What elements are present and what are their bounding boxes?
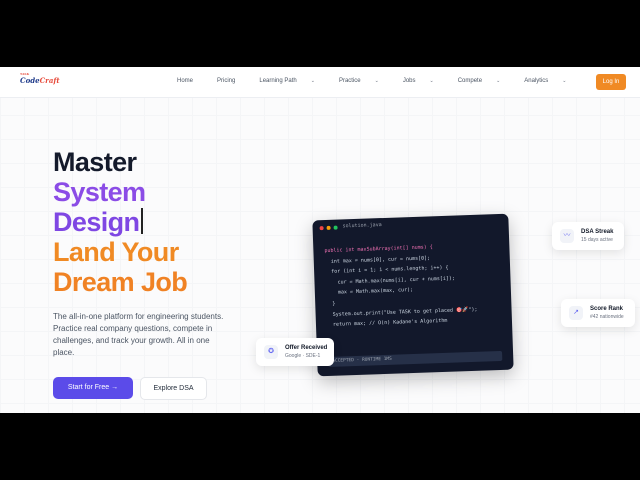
headline-line-2: System xyxy=(53,177,146,207)
nav-menu: Home Pricing Learning Path ⌄ Practice ⌄ Jo… xyxy=(177,78,591,84)
nav-compete[interactable]: Compete ⌄ xyxy=(458,78,513,84)
chevron-down-icon: ⌄ xyxy=(562,78,567,84)
start-free-button[interactable]: Start for Free → xyxy=(53,377,133,399)
window-dots xyxy=(319,225,338,231)
nav-home[interactable]: Home xyxy=(177,78,205,84)
rank-subtitle: #42 nationwide xyxy=(590,314,624,320)
streak-title: DSA Streak xyxy=(581,229,614,235)
maximize-dot-icon xyxy=(333,225,338,230)
headline-line-1: Master xyxy=(53,147,137,177)
score-rank-card: ↗ Score Rank #42 nationwide xyxy=(561,299,635,327)
chevron-down-icon: ⌄ xyxy=(496,78,501,84)
trend-up-icon: ↗ xyxy=(569,306,583,320)
hero-headline: Master System Design Land Your Dream Job xyxy=(53,147,188,297)
offer-subtitle: Google · SDE-1 xyxy=(285,353,321,359)
award-icon: ✪ xyxy=(264,345,278,359)
logo-code: Code xyxy=(20,76,40,85)
headline-line-5: Dream Job xyxy=(53,267,188,297)
minimize-dot-icon xyxy=(326,225,331,230)
code-block: public int maxSubArray(int[] nums) { int… xyxy=(324,241,478,331)
dsa-streak-card: 〰 DSA Streak 15 days active xyxy=(552,222,624,250)
nav-analytics[interactable]: Analytics ⌄ xyxy=(524,78,578,84)
rank-title: Score Rank xyxy=(590,306,624,312)
nav-jobs[interactable]: Jobs ⌄ xyxy=(403,78,446,84)
offer-received-card: ✪ Offer Received Google · SDE-1 xyxy=(256,338,334,366)
top-navbar: TASK CodeCraft Home Pricing Learning Pat… xyxy=(0,67,640,98)
logo-craft: Craft xyxy=(39,76,60,85)
offer-title: Offer Received xyxy=(285,345,328,351)
arrow-right-icon: → xyxy=(111,384,119,391)
nav-learning-path[interactable]: Learning Path ⌄ xyxy=(259,78,327,84)
hero-description: The all-in-one platform for engineering … xyxy=(53,312,224,357)
code-filename: solution.java xyxy=(342,222,382,230)
nav-pricing[interactable]: Pricing xyxy=(217,78,247,84)
landing-page: TASK CodeCraft Home Pricing Learning Pat… xyxy=(0,67,640,413)
headline-line-3: Design xyxy=(53,207,187,237)
explore-dsa-button[interactable]: Explore DSA xyxy=(140,377,207,400)
chevron-down-icon: ⌄ xyxy=(429,78,434,84)
result-bar: ACCEPTED · RUNTIME 1MS xyxy=(328,350,503,367)
chevron-down-icon: ⌄ xyxy=(310,78,315,84)
typing-cursor xyxy=(141,208,144,234)
close-dot-icon xyxy=(319,226,324,231)
streak-subtitle: 15 days active xyxy=(581,237,613,243)
nav-practice[interactable]: Practice ⌄ xyxy=(339,78,391,84)
headline-line-4: Land Your xyxy=(53,237,179,267)
chevron-down-icon: ⌄ xyxy=(374,78,379,84)
logo-tagline: TASK xyxy=(20,72,30,76)
code-editor-card: solution.java public int maxSubArray(int… xyxy=(312,213,514,377)
login-button[interactable]: Log In xyxy=(596,74,626,90)
codecraft-logo[interactable]: TASK CodeCraft xyxy=(20,72,60,85)
pulse-icon: 〰 xyxy=(560,229,574,243)
